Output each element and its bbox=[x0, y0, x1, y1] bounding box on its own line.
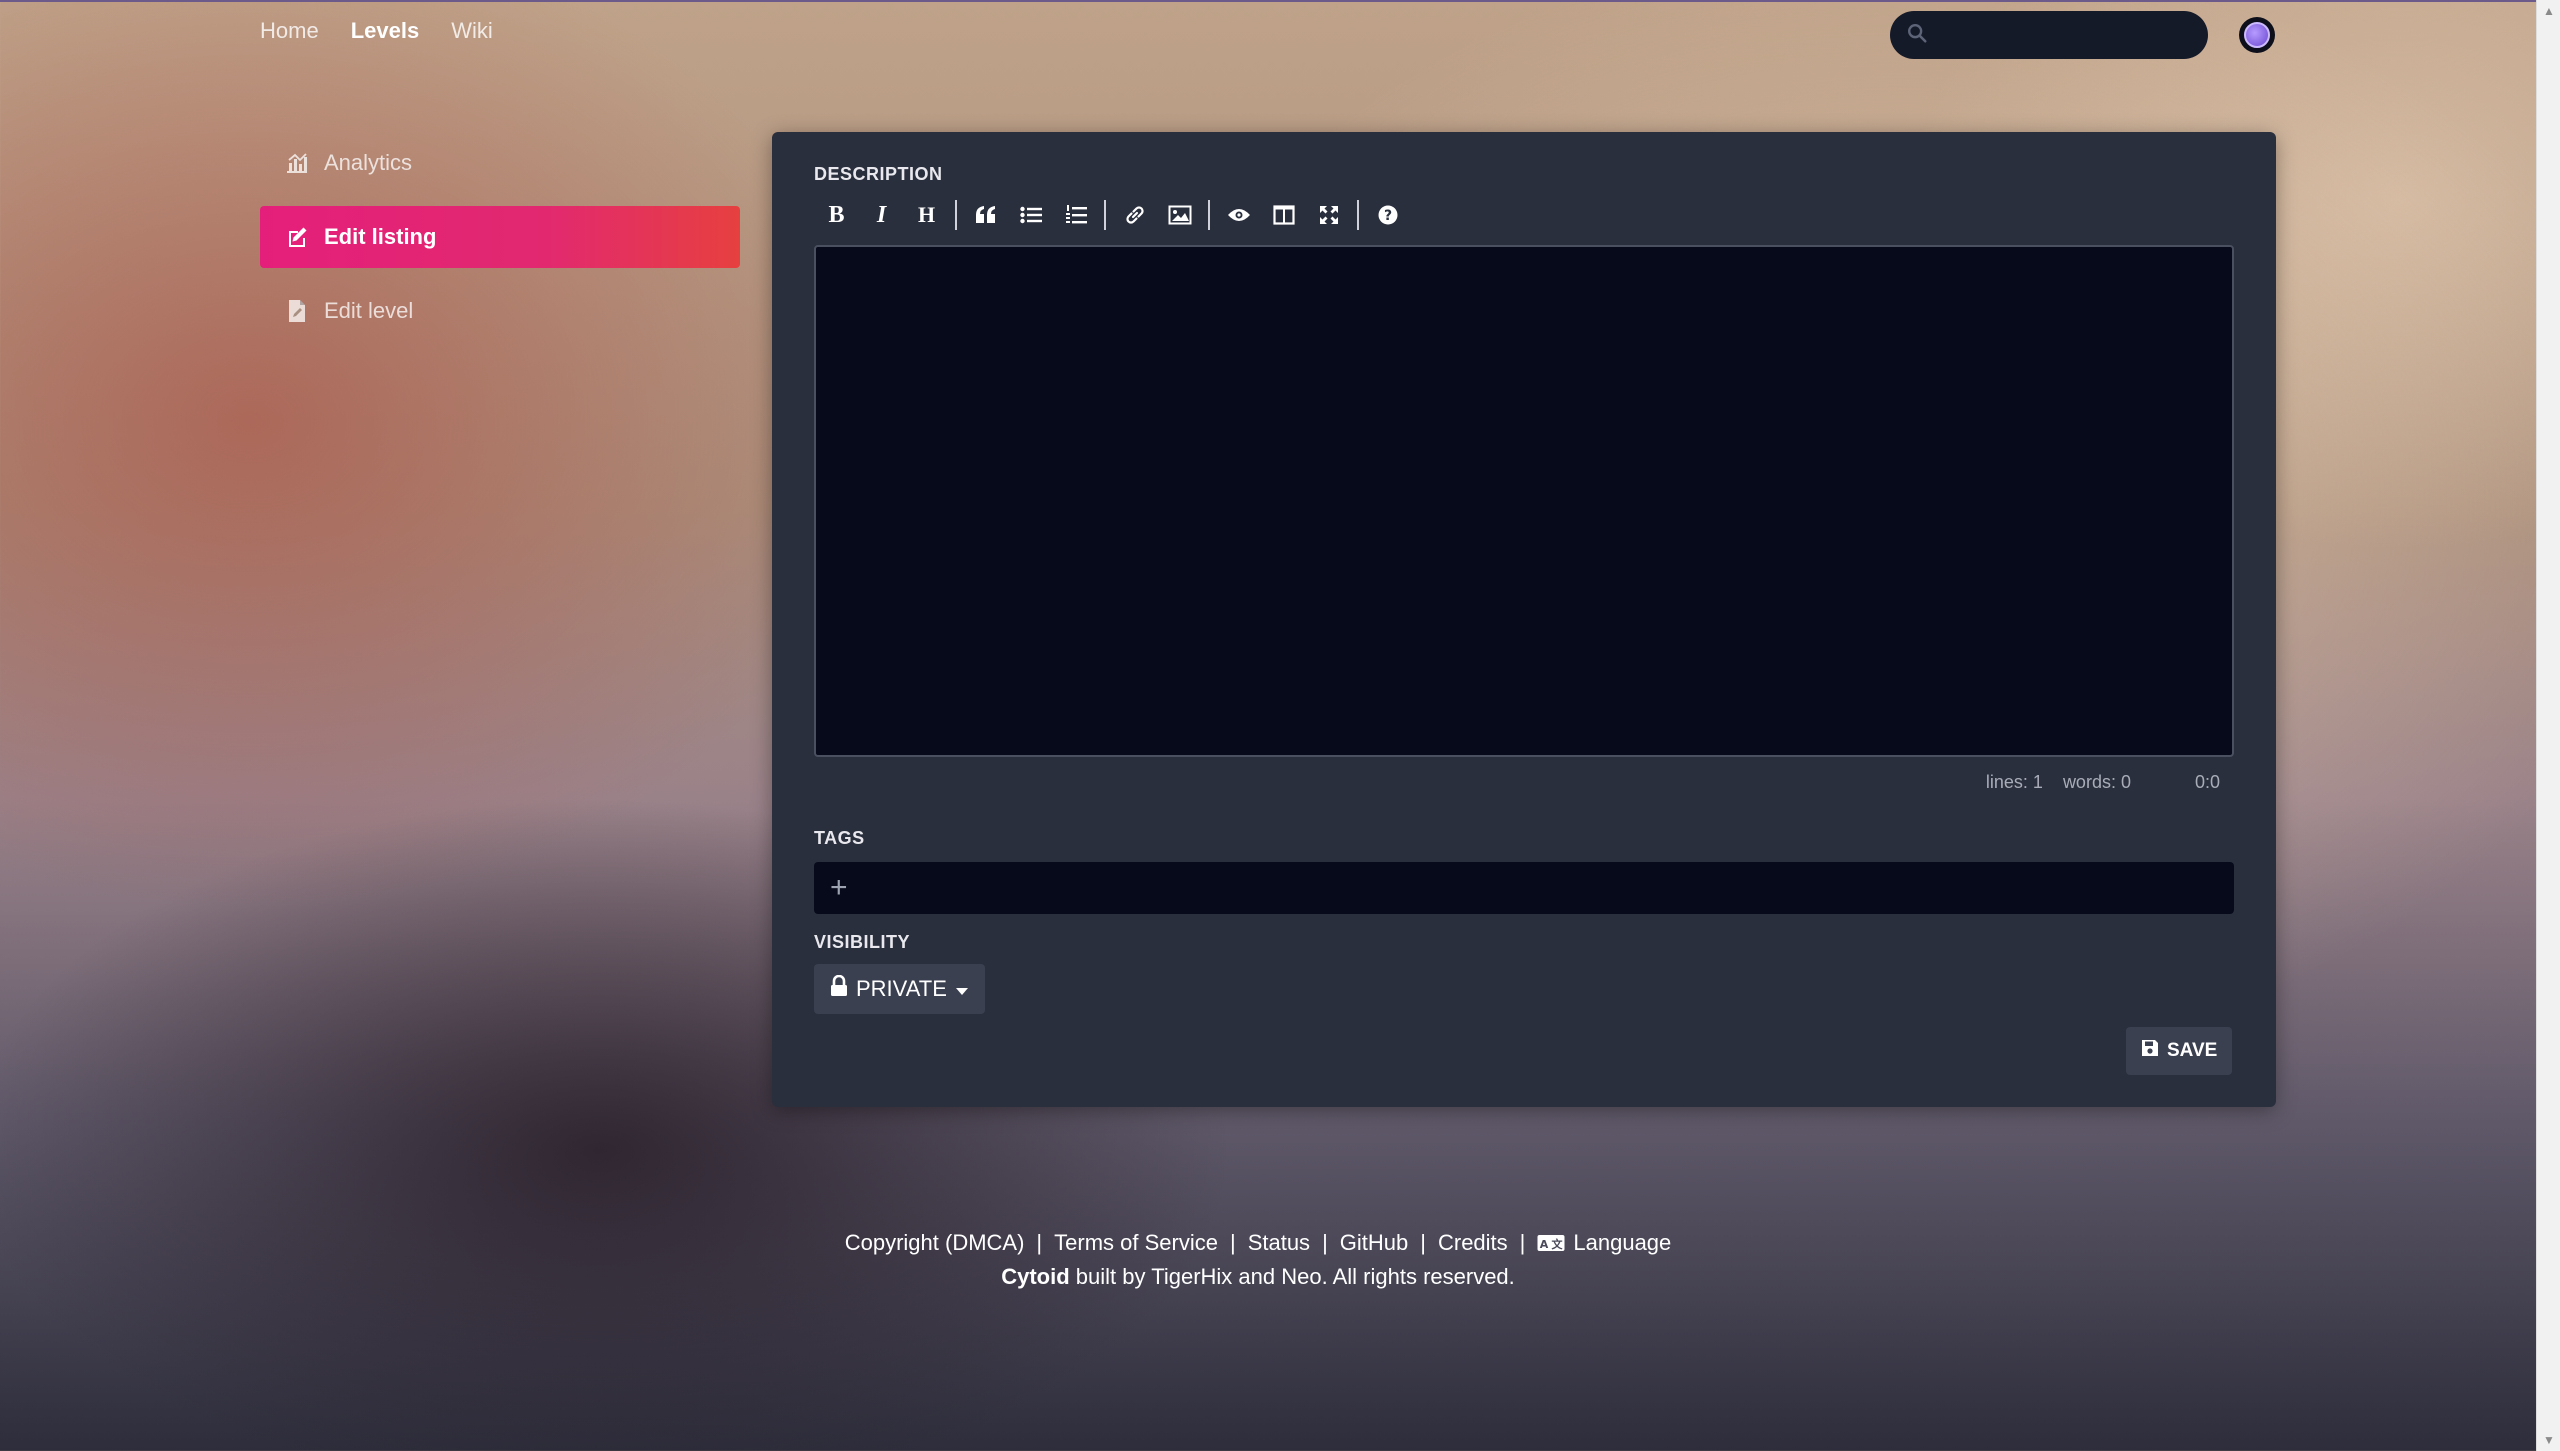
search-icon bbox=[1906, 22, 1928, 49]
footer-divider: | bbox=[1036, 1230, 1043, 1255]
footer-link-credits[interactable]: Credits bbox=[1438, 1230, 1508, 1256]
word-count: words: 0 bbox=[2062, 772, 2131, 792]
sidebar-item-edit-listing[interactable]: Edit listing bbox=[260, 206, 740, 268]
footer-link-copyright[interactable]: Copyright (DMCA) bbox=[845, 1230, 1025, 1256]
scrollbar[interactable]: ▲ ▼ bbox=[2536, 0, 2560, 1451]
sidebar-item-analytics[interactable]: Analytics bbox=[260, 132, 740, 194]
footer: Copyright (DMCA) | Terms of Service | St… bbox=[0, 1230, 2536, 1290]
footer-divider: | bbox=[1322, 1230, 1328, 1255]
scroll-up-icon[interactable]: ▲ bbox=[2537, 0, 2560, 22]
quote-button[interactable] bbox=[963, 198, 1008, 232]
file-edit-icon bbox=[284, 298, 310, 324]
preview-button[interactable] bbox=[1216, 198, 1261, 232]
footer-link-status[interactable]: Status bbox=[1248, 1230, 1310, 1256]
nav-wiki[interactable]: Wiki bbox=[451, 18, 493, 44]
description-label: DESCRIPTION bbox=[814, 164, 943, 184]
svg-text:A: A bbox=[1540, 1238, 1549, 1251]
footer-link-terms[interactable]: Terms of Service bbox=[1054, 1230, 1218, 1256]
nav-levels[interactable]: Levels bbox=[351, 18, 420, 44]
svg-text:文: 文 bbox=[1552, 1237, 1564, 1251]
save-label: SAVE bbox=[2167, 1040, 2218, 1061]
footer-brand: Cytoid bbox=[1001, 1264, 1070, 1289]
bold-button[interactable]: B bbox=[814, 198, 859, 232]
sidebar-item-label: Edit level bbox=[324, 298, 414, 323]
visibility-dropdown[interactable]: PRIVATE bbox=[814, 964, 985, 1014]
footer-link-github[interactable]: GitHub bbox=[1340, 1230, 1408, 1256]
link-icon bbox=[1125, 206, 1144, 224]
language-button[interactable]: A文 Language bbox=[1537, 1230, 1671, 1256]
sidebar: Analytics Edit listing Edit level bbox=[260, 132, 740, 354]
description-editor[interactable] bbox=[814, 245, 2234, 757]
scroll-down-icon[interactable]: ▼ bbox=[2537, 1429, 2560, 1451]
italic-button[interactable]: I bbox=[859, 198, 904, 232]
caret-down-icon bbox=[955, 976, 969, 1002]
sidebar-item-label: Edit listing bbox=[324, 224, 437, 249]
heading-button[interactable]: H bbox=[904, 198, 949, 232]
toolbar-divider bbox=[1104, 200, 1106, 230]
fullscreen-icon bbox=[1319, 206, 1338, 224]
toolbar-divider bbox=[1208, 200, 1210, 230]
list-icon bbox=[1019, 206, 1042, 224]
save-button[interactable]: SAVE bbox=[2126, 1027, 2233, 1075]
sidebar-item-label: Analytics bbox=[324, 150, 413, 175]
svg-text:?: ? bbox=[1383, 208, 1391, 224]
top-nav: Home Levels Wiki bbox=[260, 18, 493, 44]
ordered-list-button[interactable] bbox=[1053, 198, 1098, 232]
unordered-list-button[interactable] bbox=[1008, 198, 1053, 232]
language-label: Language bbox=[1573, 1230, 1672, 1255]
sidebar-item-edit-level[interactable]: Edit level bbox=[260, 280, 740, 342]
side-by-side-button[interactable] bbox=[1261, 198, 1306, 232]
quote-icon bbox=[975, 206, 995, 223]
editor-statusbar: lines: 1 words: 0 0:0 bbox=[814, 772, 2234, 793]
toolbar-divider bbox=[1357, 200, 1359, 230]
image-icon bbox=[1168, 205, 1191, 225]
editor-toolbar: B I H ? bbox=[814, 198, 1410, 232]
chart-icon bbox=[284, 150, 310, 176]
footer-credit: Cytoid built by TigerHix and Neo. All ri… bbox=[0, 1264, 2536, 1290]
edit-icon bbox=[284, 224, 310, 250]
tags-label: TAGS bbox=[814, 828, 865, 848]
plus-icon[interactable]: + bbox=[830, 873, 848, 903]
line-count: lines: 1 bbox=[1985, 772, 2043, 792]
avatar[interactable] bbox=[2239, 17, 2275, 53]
toolbar-divider bbox=[955, 200, 957, 230]
guide-button[interactable]: ? bbox=[1365, 198, 1410, 232]
ordered-list-icon bbox=[1065, 205, 1087, 224]
save-icon bbox=[2141, 1039, 2159, 1063]
visibility-label: VISIBILITY bbox=[814, 932, 911, 952]
nav-home[interactable]: Home bbox=[260, 18, 319, 44]
eye-icon bbox=[1227, 209, 1250, 221]
language-icon: A文 bbox=[1537, 1235, 1565, 1251]
footer-divider: | bbox=[1420, 1230, 1426, 1255]
search-input[interactable] bbox=[1938, 23, 2188, 47]
lock-icon bbox=[830, 974, 848, 1003]
footer-divider: | bbox=[1229, 1230, 1236, 1255]
search-box[interactable] bbox=[1890, 11, 2208, 59]
visibility-value: PRIVATE bbox=[856, 976, 947, 1001]
edit-listing-card: DESCRIPTION B I H ? lines: 1 words: 0 0:… bbox=[772, 132, 2276, 1107]
tags-input[interactable]: + bbox=[814, 862, 2234, 914]
fullscreen-button[interactable] bbox=[1306, 198, 1351, 232]
footer-divider: | bbox=[1519, 1230, 1526, 1255]
columns-icon bbox=[1272, 205, 1295, 225]
footer-credit-text: built by TigerHix and Neo. All rights re… bbox=[1075, 1264, 1515, 1289]
image-button[interactable] bbox=[1157, 198, 1202, 232]
help-icon: ? bbox=[1378, 205, 1397, 225]
link-button[interactable] bbox=[1112, 198, 1157, 232]
top-accent-line bbox=[0, 0, 2536, 2]
cursor-position: 0:0 bbox=[2194, 772, 2220, 792]
